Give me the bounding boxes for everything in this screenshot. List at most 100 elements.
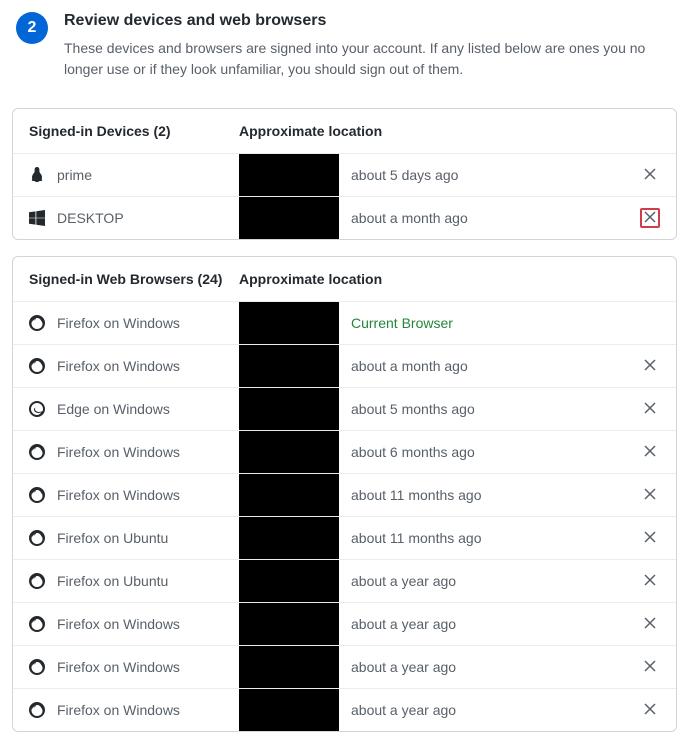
current-browser-label: Current Browser: [351, 315, 640, 331]
close-icon: [644, 702, 656, 718]
step-content: Review devices and web browsers These de…: [64, 12, 673, 80]
row-name: Firefox on Ubuntu: [57, 530, 168, 546]
row-left: Firefox on Ubuntu: [29, 530, 239, 546]
row-time: about 11 months ago: [351, 530, 640, 546]
row-left: Firefox on Windows: [29, 616, 239, 632]
sign-out-button[interactable]: [640, 614, 660, 634]
redacted-location: [239, 345, 339, 387]
browser-row: Firefox on Ubuntu about 11 months ago: [13, 517, 676, 560]
row-name: prime: [57, 167, 92, 183]
browser-row: Firefox on Windows about 11 months ago: [13, 474, 676, 517]
firefox-icon: [29, 702, 45, 718]
redacted-location: [239, 603, 339, 645]
row-name: Firefox on Windows: [57, 315, 180, 331]
firefox-icon: [29, 616, 45, 632]
row-left: Firefox on Windows: [29, 358, 239, 374]
firefox-icon: [29, 573, 45, 589]
redacted-location: [239, 474, 339, 516]
browsers-panel: Signed-in Web Browsers (24) Approximate …: [12, 256, 677, 732]
device-row: DESKTOPabout a month ago: [13, 197, 676, 239]
step-title: Review devices and web browsers: [64, 12, 673, 30]
close-icon: [644, 616, 656, 632]
row-left: Firefox on Ubuntu: [29, 573, 239, 589]
close-icon: [644, 444, 656, 460]
row-name: DESKTOP: [57, 210, 124, 226]
row-left: prime: [29, 167, 239, 183]
close-icon: [644, 659, 656, 675]
row-time: about 11 months ago: [351, 487, 640, 503]
windows-icon: [29, 210, 45, 226]
redacted-location: [239, 560, 339, 602]
close-icon: [644, 530, 656, 546]
sign-out-button[interactable]: [640, 356, 660, 376]
firefox-icon: [29, 487, 45, 503]
step-description: These devices and browsers are signed in…: [64, 38, 673, 80]
browser-row: Firefox on Windows about a month ago: [13, 345, 676, 388]
close-spacer: [640, 313, 660, 333]
close-icon: [644, 401, 656, 417]
firefox-icon: [29, 358, 45, 374]
row-left: Firefox on Windows: [29, 487, 239, 503]
sign-out-button[interactable]: [640, 399, 660, 419]
row-time: about a year ago: [351, 659, 640, 675]
row-time: about 5 months ago: [351, 401, 640, 417]
close-icon: [644, 573, 656, 589]
close-icon: [644, 210, 656, 226]
row-time: about a year ago: [351, 702, 640, 718]
row-left: Firefox on Windows: [29, 659, 239, 675]
devices-panel: Signed-in Devices (2) Approximate locati…: [12, 108, 677, 240]
row-left: Edge on Windows: [29, 401, 239, 417]
firefox-icon: [29, 530, 45, 546]
row-name: Firefox on Windows: [57, 702, 180, 718]
browser-row: Edge on Windows about 5 months ago: [13, 388, 676, 431]
close-icon: [644, 358, 656, 374]
close-icon: [644, 167, 656, 183]
redacted-location: [239, 197, 339, 239]
row-left: Firefox on Windows: [29, 315, 239, 331]
step-header: 2 Review devices and web browsers These …: [12, 12, 677, 92]
sign-out-button[interactable]: [640, 208, 660, 228]
step-number-badge: 2: [16, 12, 48, 44]
row-name: Edge on Windows: [57, 401, 170, 417]
row-left: DESKTOP: [29, 210, 239, 226]
row-time: about 5 days ago: [351, 167, 640, 183]
row-name: Firefox on Windows: [57, 444, 180, 460]
browser-row: Firefox on Windows about a year ago: [13, 646, 676, 689]
sign-out-button[interactable]: [640, 165, 660, 185]
redacted-location: [239, 646, 339, 688]
row-name: Firefox on Windows: [57, 487, 180, 503]
redacted-location: [239, 302, 339, 344]
sign-out-button[interactable]: [640, 442, 660, 462]
linux-icon: [29, 167, 45, 183]
browser-row: Firefox on Ubuntu about a year ago: [13, 560, 676, 603]
device-row: prime about 5 days ago: [13, 154, 676, 197]
browsers-header-name: Signed-in Web Browsers (24): [29, 271, 239, 287]
browser-row: Firefox on Windows Current Browser: [13, 302, 676, 345]
row-name: Firefox on Ubuntu: [57, 573, 168, 589]
redacted-location: [239, 154, 339, 196]
sign-out-button[interactable]: [640, 485, 660, 505]
row-time: about a year ago: [351, 573, 640, 589]
sign-out-button[interactable]: [640, 571, 660, 591]
browsers-header-location: Approximate location: [239, 271, 382, 287]
row-name: Firefox on Windows: [57, 358, 180, 374]
devices-header-location: Approximate location: [239, 123, 382, 139]
sign-out-button[interactable]: [640, 657, 660, 677]
row-time: about a month ago: [351, 358, 640, 374]
row-time: about 6 months ago: [351, 444, 640, 460]
browser-row: Firefox on Windows about a year ago: [13, 603, 676, 646]
close-icon: [644, 487, 656, 503]
browser-row: Firefox on Windows about a year ago: [13, 689, 676, 731]
row-left: Firefox on Windows: [29, 702, 239, 718]
redacted-location: [239, 689, 339, 731]
browser-row: Firefox on Windows about 6 months ago: [13, 431, 676, 474]
row-time: about a year ago: [351, 616, 640, 632]
redacted-location: [239, 517, 339, 559]
browsers-panel-header: Signed-in Web Browsers (24) Approximate …: [13, 257, 676, 302]
sign-out-button[interactable]: [640, 528, 660, 548]
row-left: Firefox on Windows: [29, 444, 239, 460]
devices-header-name: Signed-in Devices (2): [29, 123, 239, 139]
firefox-icon: [29, 659, 45, 675]
sign-out-button[interactable]: [640, 700, 660, 720]
redacted-location: [239, 388, 339, 430]
